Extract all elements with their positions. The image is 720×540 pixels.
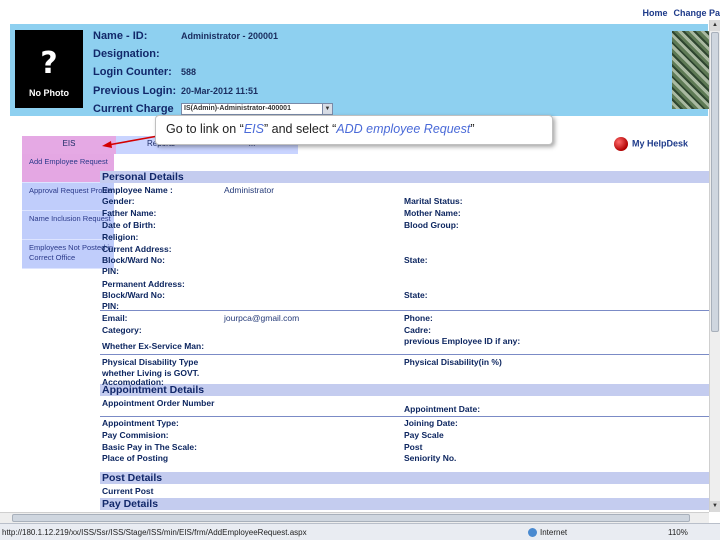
callout-link-eis: EIS: [243, 122, 264, 136]
zone-label: Internet: [540, 528, 568, 537]
religion-label: Religion:: [102, 232, 139, 242]
profile-photo: ? No Photo: [15, 30, 83, 108]
category-label: Category:: [102, 325, 142, 335]
marital-status-label: Marital Status:: [404, 196, 463, 206]
scroll-up-icon[interactable]: ▲: [710, 20, 720, 31]
instruction-callout: Go to link on “EIS” and select “ADD empl…: [155, 115, 553, 145]
basic-pay-label: Basic Pay in The Scale:: [102, 442, 197, 452]
permanent-address-label: Permanent Address:: [102, 279, 185, 289]
place-of-posting-label: Place of Posting: [102, 453, 169, 463]
section-post-details: Post Details: [100, 472, 709, 484]
helpdesk-link[interactable]: My HelpDesk: [614, 137, 688, 151]
pay-scale-label: Pay Scale: [404, 430, 444, 440]
question-mark-icon: ?: [40, 46, 58, 81]
section-pay-details: Pay Details: [100, 498, 709, 510]
callout-prefix: Go to link on “: [166, 122, 244, 136]
gender-label: Gender:: [102, 196, 135, 206]
cadre-label: Cadre:: [404, 325, 431, 335]
login-counter-label: Login Counter:: [93, 66, 172, 79]
designation-label: Designation:: [93, 48, 160, 61]
pay-commission-label: Pay Commision:: [102, 430, 169, 440]
previous-login-row: Previous Login: 20-Mar-2012 11:51: [93, 83, 353, 101]
home-link[interactable]: Home: [642, 8, 667, 18]
ex-service-label: Whether Ex-Service Man:: [102, 341, 205, 351]
divider: [100, 310, 709, 311]
designation-row: Designation:: [93, 46, 353, 64]
blood-group-label: Blood Group:: [404, 220, 459, 230]
name-label: Name - ID:: [93, 30, 148, 42]
appointment-type-label: Appointment Type:: [102, 418, 179, 428]
previous-login-value: 20-Mar-2012 11:51: [181, 85, 259, 96]
security-zone: Internet: [528, 528, 568, 538]
post-fields: Current Post: [100, 484, 709, 498]
header-banner-image: [672, 31, 712, 109]
horizontal-scrollbar[interactable]: [0, 512, 709, 523]
block-ward-label: Block/Ward No:: [102, 255, 165, 265]
profile-header: ? No Photo Name - ID: Administrator - 20…: [10, 24, 712, 119]
login-counter-row: Login Counter: 588: [93, 64, 353, 82]
previous-login-label: Previous Login:: [93, 84, 177, 97]
name-value: Administrator - 200001: [181, 31, 279, 41]
login-counter-value: 588: [181, 67, 197, 78]
dob-label: Date of Birth:: [102, 220, 156, 230]
photo-caption: No Photo: [29, 88, 69, 98]
change-password-link[interactable]: Change Pa: [673, 8, 720, 18]
phone-label: Phone:: [404, 313, 433, 323]
appointment-date-label: Appointment Date:: [404, 404, 481, 414]
joining-date-label: Joining Date:: [404, 418, 458, 428]
post-label: Post: [404, 442, 423, 452]
physical-disability-pct-label: Physical Disability(in %): [404, 357, 502, 367]
callout-middle: ” and select “: [263, 122, 337, 136]
previous-employee-id-label: previous Employee ID if any:: [404, 336, 521, 346]
block-ward-2-label: Block/Ward No:: [102, 290, 165, 300]
callout-suffix: ”: [470, 122, 475, 136]
employee-details: Personal Details Employee Name : Adminis…: [100, 171, 709, 510]
appointment-order-number-label: Appointment Order Number: [102, 398, 215, 408]
father-name-label: Father Name:: [102, 208, 157, 218]
pointer-arrow-icon: [102, 135, 159, 148]
current-address-label: Current Address:: [102, 244, 172, 254]
mother-name-label: Mother Name:: [404, 208, 461, 218]
hscroll-thumb[interactable]: [12, 514, 690, 522]
zoom-level[interactable]: 110%: [668, 528, 688, 537]
scroll-down-icon[interactable]: ▼: [710, 501, 720, 512]
red-ball-icon: [614, 137, 628, 151]
helpdesk-label: My HelpDesk: [632, 138, 689, 149]
name-row: Name - ID: Administrator - 200001: [93, 28, 353, 46]
scroll-thumb[interactable]: [711, 32, 719, 332]
current-charge-value: IS(Admin)-Administrator-400001: [184, 104, 291, 112]
current-charge-select[interactable]: IS(Admin)-Administrator-400001 ▼: [181, 102, 333, 115]
top-links: Home Change Pa: [636, 8, 720, 18]
employee-name-value: Administrator: [224, 185, 275, 195]
pin-label: PIN:: [102, 266, 119, 276]
email-value: jourpca@gmail.com: [224, 313, 300, 323]
section-personal-details: Personal Details: [100, 171, 709, 183]
divider: [100, 416, 709, 417]
chevron-down-icon[interactable]: ▼: [322, 103, 332, 114]
govt-accommodation-label: whether Living is GOVT. Accomodation:: [102, 368, 200, 387]
current-post-label: Current Post: [102, 486, 154, 496]
employee-name-label: Employee Name :: [102, 185, 173, 195]
divider: [100, 354, 709, 355]
globe-icon: [528, 528, 537, 538]
state-2-label: State:: [404, 290, 428, 300]
status-url: http://180.1.12.219/xx/ISS/Ssr/ISS/Stage…: [2, 528, 307, 537]
vertical-scrollbar[interactable]: ▲ ▼: [709, 20, 720, 512]
seniority-no-label: Seniority No.: [404, 453, 457, 463]
state-label: State:: [404, 255, 428, 265]
personal-fields: Employee Name : Administrator Gender: Fa…: [100, 183, 709, 387]
appointment-fields: Appointment Order Number Appointment Typ…: [100, 396, 709, 472]
browser-statusbar: http://180.1.12.219/xx/ISS/Ssr/ISS/Stage…: [0, 523, 720, 540]
physical-disability-type-label: Physical Disability Type: [102, 357, 199, 367]
callout-link-add-employee: ADD employee Request: [336, 122, 471, 136]
current-charge-label: Current Charge: [93, 102, 174, 115]
email-label: Email:: [102, 313, 128, 323]
profile-info: Name - ID: Administrator - 200001 Design…: [93, 28, 353, 119]
